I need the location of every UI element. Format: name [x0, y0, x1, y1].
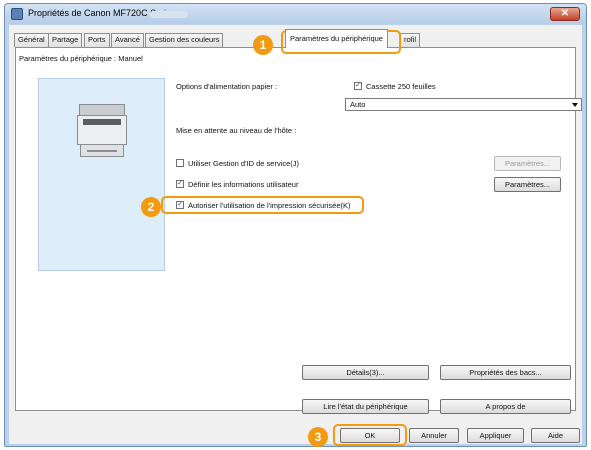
- host-spooling-value: Auto: [350, 100, 366, 109]
- callout-step-2: 2: [141, 197, 161, 217]
- dept-id-checkbox[interactable]: [176, 159, 184, 167]
- help-button[interactable]: Aide: [531, 428, 580, 443]
- title-bar[interactable]: Propriétés de Canon MF720C Series ✕: [5, 4, 586, 24]
- dialog-client-area: Général Partage Ports Avancé Gestion des…: [9, 25, 582, 444]
- apply-button[interactable]: Appliquer: [467, 428, 524, 443]
- printer-image: [77, 104, 127, 159]
- ok-highlight: [333, 424, 407, 446]
- dept-id-settings-button[interactable]: Paramètres...: [494, 156, 561, 171]
- callout-step-3: 3: [308, 427, 328, 447]
- tray-properties-button[interactable]: Propriétés des bacs...: [440, 365, 571, 380]
- tab-ports[interactable]: Ports: [84, 33, 110, 47]
- properties-window: Propriétés de Canon MF720C Series ✕ Géné…: [4, 3, 587, 447]
- user-info-settings-button[interactable]: Paramètres...: [494, 177, 561, 192]
- title-redaction: [150, 11, 188, 18]
- cassette-checkbox[interactable]: ✓: [354, 82, 362, 90]
- about-button[interactable]: A propos de: [440, 399, 571, 414]
- callout-step-1: 1: [253, 35, 273, 55]
- tab-general[interactable]: Général: [14, 33, 49, 47]
- tab-device-settings[interactable]: Paramètres du périphérique: [285, 29, 388, 48]
- chevron-down-icon: [572, 103, 578, 107]
- host-spooling-label: Mise en attente au niveau de l'hôte :: [176, 126, 297, 135]
- user-info-checkbox[interactable]: ✓: [176, 180, 184, 188]
- cassette-label: Cassette 250 feuilles: [366, 82, 436, 91]
- paper-feed-label: Options d'alimentation papier :: [176, 82, 278, 91]
- tab-sharing[interactable]: Partage: [48, 33, 83, 47]
- host-spooling-select[interactable]: Auto: [345, 98, 582, 111]
- secure-print-highlight: [161, 196, 364, 214]
- user-info-label: Définir les informations utilisateur: [188, 180, 299, 189]
- cancel-button[interactable]: Annuler: [409, 428, 459, 443]
- read-status-button[interactable]: Lire l'état du périphérique: [302, 399, 429, 414]
- dept-id-label: Utiliser Gestion d'ID de service(J): [188, 159, 300, 168]
- panel-heading: Paramètres du périphérique : Manuel: [19, 54, 143, 63]
- tab-advanced[interactable]: Avancé: [111, 33, 144, 47]
- printer-preview: [38, 78, 165, 271]
- tab-profile[interactable]: rofil: [400, 33, 421, 47]
- tab-color-management[interactable]: Gestion des couleurs: [145, 33, 224, 47]
- details-button[interactable]: Détails(3)...: [302, 365, 429, 380]
- printer-app-icon: [11, 8, 23, 20]
- close-button[interactable]: ✕: [550, 7, 580, 21]
